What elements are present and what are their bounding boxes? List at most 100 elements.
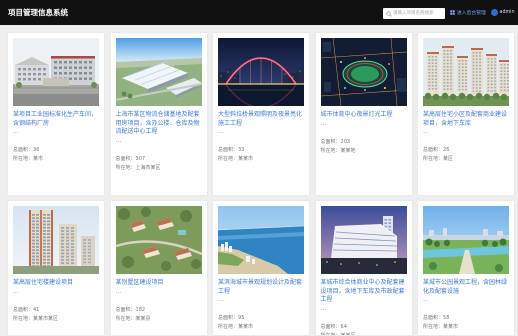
meta-location: 所在地：某市 — [13, 155, 99, 164]
search-icon[interactable] — [385, 10, 392, 17]
project-description: ... — [320, 119, 327, 127]
project-title-link[interactable]: 上海市某区物流仓储基地及配套用房项目，含办公楼、仓库及物流配送中心工程 — [116, 111, 202, 137]
meta-location: 所在地：某某县 — [116, 315, 202, 324]
project-description: ... — [218, 296, 224, 303]
project-description: ... — [13, 128, 19, 135]
meta-value: 某区 — [443, 156, 454, 162]
meta-area: 总面积：26 — [423, 146, 509, 155]
meta-value: 某市 — [33, 156, 44, 162]
admin-console-link[interactable]: 进入后台管理 — [450, 9, 486, 16]
meta-location: 所在地：某区 — [423, 155, 509, 164]
meta-value: 58 — [443, 315, 450, 321]
username[interactable]: admin — [500, 10, 515, 16]
meta-area: 总面积：203 — [321, 138, 407, 147]
project-card: 某滨海城市景观规划设计及配套工程... 总面积：95 所在地：某某市 — [213, 201, 309, 335]
project-title-link[interactable]: 某城市公园景观工程，含园林绿化及配套设施 — [423, 279, 509, 296]
meta-label: 总面积： — [115, 155, 136, 162]
project-title-link[interactable]: 某高层住宅楼建设项目 — [13, 279, 99, 288]
project-meta: 总面积：36 所在地：某市 — [13, 146, 99, 164]
project-card: 某高层住宅楼建设项目... 总面积：41 所在地：某某市某区 — [8, 201, 104, 335]
meta-location: 所在地：某某地 — [321, 147, 407, 156]
meta-area: 总面积：307 — [116, 155, 202, 164]
project-title-link[interactable]: 大型斜拉桥景观照明及夜景亮化施工工程 — [218, 111, 304, 128]
meta-area: 总面积：182 — [116, 306, 202, 315]
meta-label: 总面积： — [13, 306, 34, 313]
meta-label: 总面积： — [218, 315, 239, 321]
meta-value: 307 — [135, 155, 146, 162]
meta-value: 上海市某区 — [135, 164, 161, 171]
project-card: 某别墅区建设项目... 总面积：182 所在地：某某县 — [110, 201, 207, 335]
meta-value: 某某市 — [443, 324, 459, 330]
project-grid: 某项目工业园标准化生产车间，含钢结构厂房... 总面积：36 所在地：某市 上海市某区… — [8, 33, 514, 335]
project-description: ... — [218, 128, 224, 135]
meta-label: 所在地： — [320, 147, 341, 154]
meta-value: 33 — [238, 147, 245, 153]
meta-area: 总面积：95 — [218, 314, 304, 323]
meta-location: 所在地：某某市 — [423, 323, 509, 332]
project-image[interactable] — [423, 38, 509, 106]
avatar[interactable] — [491, 9, 498, 16]
search-box[interactable] — [383, 8, 445, 19]
project-title-link[interactable]: 某别墅区建设项目 — [116, 279, 202, 288]
meta-value: 64 — [340, 323, 347, 330]
project-description: ... — [115, 136, 122, 144]
meta-value: 26 — [443, 147, 450, 153]
meta-value: 某某地 — [340, 147, 356, 154]
project-image[interactable] — [115, 38, 202, 106]
meta-value: 203 — [340, 138, 351, 145]
meta-label: 总面积： — [423, 315, 444, 321]
meta-area: 总面积：36 — [13, 146, 99, 155]
project-title-link[interactable]: 某滨海城市景观规划设计及配套工程 — [218, 279, 304, 296]
meta-label: 总面积： — [13, 147, 34, 153]
project-card: 大型斜拉桥景观照明及夜景亮化施工工程... 总面积：33 所在地：某某市 — [213, 33, 309, 195]
meta-location: 所在地：某某市某区 — [13, 315, 99, 324]
project-card: 城市体育中心夜景灯光工程... 总面积：203 所在地：某某地 — [315, 33, 412, 195]
search-input[interactable] — [393, 8, 443, 19]
meta-location: 所在地：某某市 — [218, 155, 304, 164]
project-image[interactable] — [218, 38, 304, 106]
project-meta: 总面积：95 所在地：某某市 — [218, 314, 304, 332]
project-card: 某项目工业园标准化生产车间，含钢结构厂房... 总面积：36 所在地：某市 — [8, 33, 104, 195]
project-meta: 总面积：41 所在地：某某市某区 — [13, 306, 99, 324]
project-card: 某城市公园景观工程，含园林绿化及配套设施... 总面积：58 所在地：某某市 — [418, 201, 514, 335]
meta-label: 所在地： — [321, 333, 341, 336]
project-image[interactable] — [320, 206, 407, 274]
top-header: 项目管理信息系统 进入后台管理 admin — [0, 0, 518, 25]
meta-area: 总面积：33 — [218, 146, 304, 155]
meta-label: 总面积： — [115, 306, 136, 313]
project-title-link[interactable]: 某高层住宅小区及配套商业建设项目，含地下车库 — [423, 111, 509, 128]
project-meta: 总面积：26 所在地：某区 — [423, 146, 509, 164]
meta-label: 所在地： — [218, 156, 239, 162]
project-image[interactable] — [13, 38, 99, 106]
meta-value: 182 — [135, 306, 146, 313]
project-card: 上海市某区物流仓储基地及配套用房项目，含办公楼、仓库及物流配送中心工程... 总面… — [110, 33, 207, 195]
project-meta: 总面积：182 所在地：某某县 — [116, 306, 202, 324]
meta-label: 总面积： — [320, 323, 341, 330]
project-image[interactable] — [115, 206, 202, 274]
project-card: 某城市综合体商业中心及配套建设项目，含地下车库及市政配套工程... 总面积：64 所… — [315, 201, 412, 336]
meta-label: 总面积： — [218, 147, 239, 153]
meta-label: 所在地： — [423, 156, 444, 162]
meta-label: 所在地： — [115, 164, 136, 171]
project-image[interactable] — [423, 206, 509, 274]
project-title-link[interactable]: 城市体育中心夜景灯光工程 — [321, 111, 407, 120]
meta-label: 所在地： — [423, 324, 444, 330]
admin-console-label: 进入后台管理 — [457, 11, 486, 16]
meta-value: 某某区 — [341, 333, 356, 336]
meta-label: 所在地： — [13, 156, 34, 162]
meta-label: 所在地： — [13, 315, 34, 322]
project-title-link[interactable]: 某城市综合体商业中心及配套建设项目，含地下车库及市政配套工程 — [321, 279, 407, 305]
meta-label: 所在地： — [115, 315, 136, 322]
project-meta: 总面积：64 所在地：某某区 — [321, 323, 407, 336]
project-description: ... — [13, 287, 19, 295]
meta-label: 总面积： — [423, 147, 444, 153]
project-title-link[interactable]: 某项目工业园标准化生产车间，含钢结构厂房 — [13, 111, 99, 128]
project-meta: 总面积：58 所在地：某某市 — [423, 314, 509, 332]
project-image[interactable] — [13, 206, 99, 274]
meta-value: 41 — [33, 306, 40, 313]
project-image[interactable] — [320, 38, 407, 106]
project-description: ... — [320, 304, 327, 312]
project-meta: 总面积：33 所在地：某某市 — [218, 146, 304, 164]
project-image[interactable] — [218, 206, 304, 274]
project-card: 某高层住宅小区及配套商业建设项目，含地下车库... 总面积：26 所在地：某区 — [418, 33, 514, 195]
